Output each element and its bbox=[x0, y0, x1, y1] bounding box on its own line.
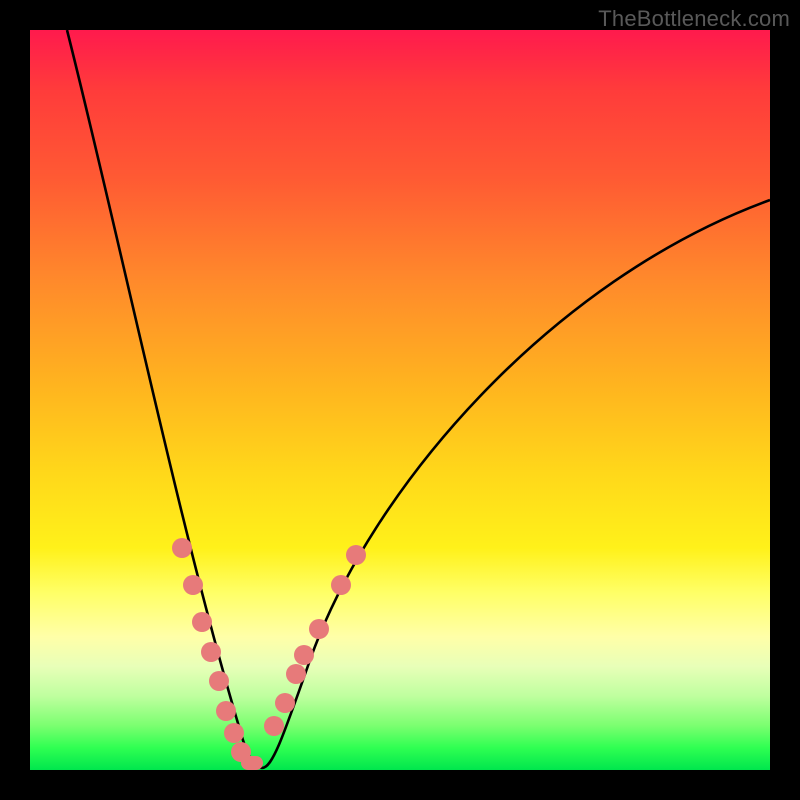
plot-area bbox=[30, 30, 770, 770]
curve-layer bbox=[30, 30, 770, 770]
watermark-text: TheBottleneck.com bbox=[598, 6, 790, 32]
v-curve bbox=[67, 30, 770, 768]
bead-cluster bbox=[172, 538, 366, 770]
chart-frame: TheBottleneck.com bbox=[0, 0, 800, 800]
